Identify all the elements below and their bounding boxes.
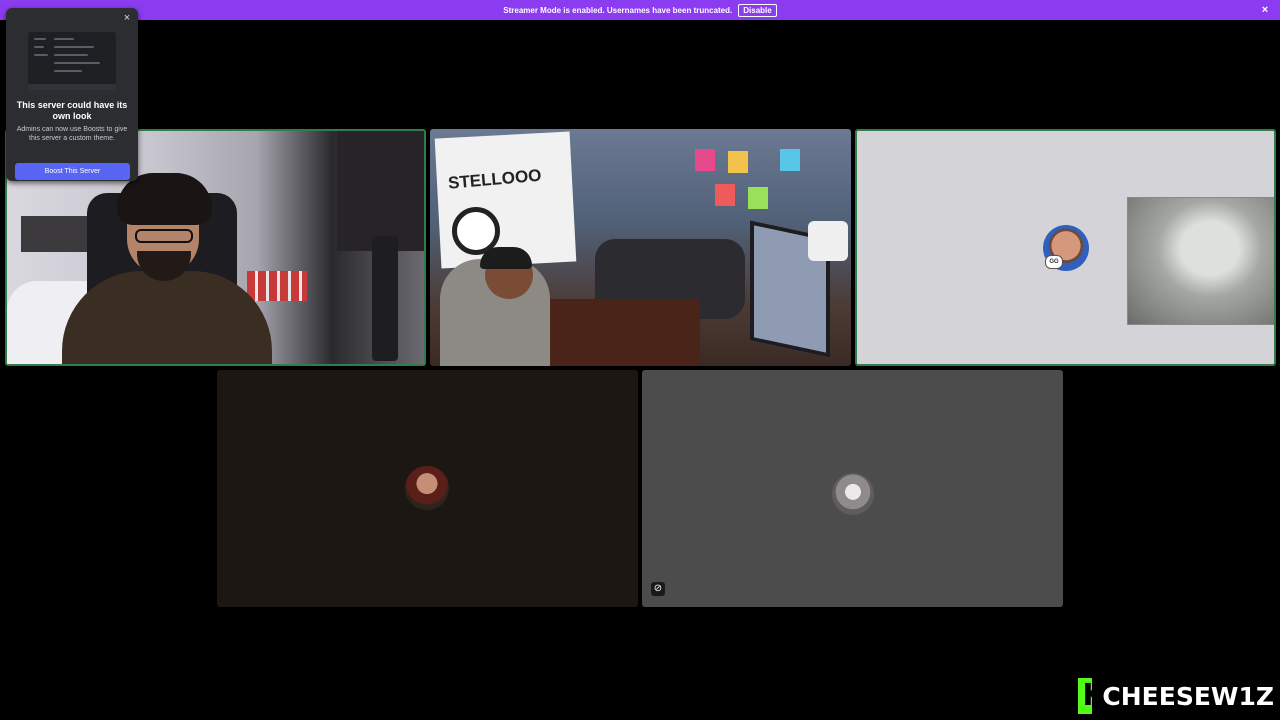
tower-fan: [372, 236, 398, 361]
user-avatar: [405, 466, 449, 510]
kick-watermark: K CHEESEW1Z: [1078, 677, 1274, 715]
avatar-badge: GG: [1045, 255, 1063, 269]
theme-preview-image: [28, 32, 116, 90]
boost-server-popup: × This server could have its own look Ad…: [6, 8, 138, 181]
wall-poster: [748, 187, 768, 209]
glasses: [135, 229, 193, 243]
video-tile-4[interactable]: [217, 370, 638, 607]
picture-in-picture-video[interactable]: [1127, 197, 1274, 325]
closet-clothes: [337, 131, 424, 251]
popup-description: Admins can now use Boosts to give this s…: [16, 126, 128, 142]
desk: [550, 299, 700, 366]
streamer-mode-banner: Streamer Mode is enabled. Usernames have…: [0, 0, 1280, 20]
video-tile-2[interactable]: STELLOOO: [430, 129, 851, 366]
shelf: [21, 216, 91, 252]
video-tile-3[interactable]: GG: [855, 129, 1276, 366]
banner-message: Streamer Mode is enabled. Usernames have…: [503, 5, 733, 15]
lamp: [808, 221, 848, 261]
wall-poster: [715, 184, 735, 206]
wall-poster: [728, 151, 748, 173]
wall-poster: [780, 149, 800, 171]
camera-off-icon: ⊘: [651, 582, 665, 596]
cap: [480, 247, 532, 269]
disable-streamer-mode-button[interactable]: Disable: [738, 3, 777, 17]
close-icon[interactable]: ×: [121, 12, 133, 24]
close-icon[interactable]: ×: [1259, 3, 1271, 17]
popup-title: This server could have its own look: [16, 100, 128, 121]
kick-logo-letter: K: [1082, 678, 1106, 713]
streamer-name: CHEESEW1Z: [1102, 681, 1274, 711]
kick-logo-icon: K: [1078, 678, 1106, 714]
cans: [247, 271, 307, 301]
video-tile-5[interactable]: ⊘: [642, 370, 1063, 607]
user-avatar: [832, 473, 874, 515]
boost-server-button[interactable]: Boost This Server: [15, 163, 130, 180]
wall-poster: [695, 149, 715, 171]
